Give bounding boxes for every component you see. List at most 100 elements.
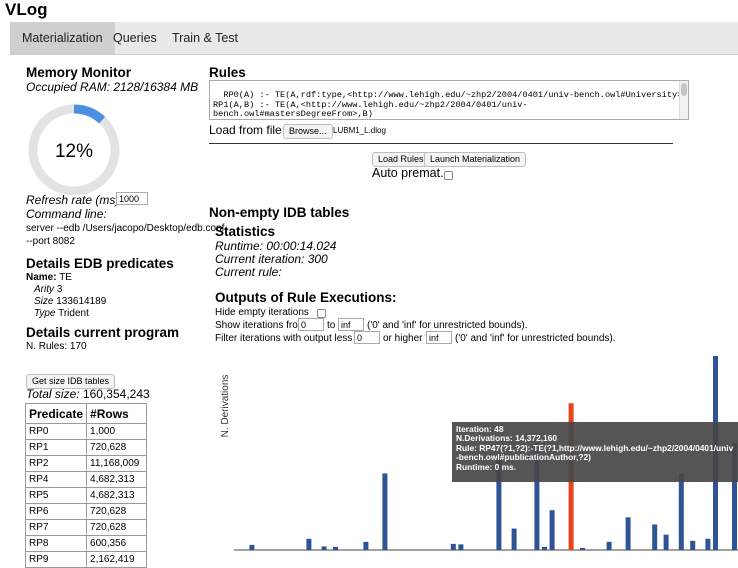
runtime-label: Runtime: 00:00:14.024 <box>215 239 337 253</box>
chart-bar[interactable] <box>705 538 711 550</box>
tab-bar: Materialization Queries Train & Test <box>10 22 738 55</box>
refresh-rate-input[interactable] <box>116 192 148 205</box>
table-row: RP6 720,628 <box>24 503 148 520</box>
non-empty-idb-heading: Non-empty IDB tables <box>209 205 350 220</box>
predicate-cell: RP1 <box>24 439 88 456</box>
tooltip-runtime-label: Runtime: <box>456 461 493 472</box>
tab-train-test[interactable]: Train & Test <box>160 22 250 55</box>
memory-monitor-heading: Memory Monitor <box>26 65 132 80</box>
table-row: RP1 720,628 <box>24 439 148 456</box>
edb-type-value: Trident <box>58 308 89 319</box>
chart-bar[interactable] <box>663 534 669 550</box>
chart-bar[interactable] <box>511 528 517 550</box>
rules-scrollbar[interactable] <box>679 81 688 119</box>
rules-divider <box>209 143 673 144</box>
tooltip-runtime: Runtime: 0 ms. <box>456 461 734 472</box>
chart-bar[interactable] <box>580 547 585 550</box>
unrestricted-hint-2: ('0' and 'inf' for unrestricted bounds). <box>455 333 616 344</box>
edb-type-label: Type <box>34 308 56 319</box>
chart-bar[interactable] <box>652 524 658 550</box>
rows-cell: 11,168,009 <box>86 455 148 472</box>
outputs-heading: Outputs of Rule Executions: <box>215 290 397 305</box>
table-row: RP0 1,000 <box>24 423 148 440</box>
show-iterations-label: Show iterations from: <box>215 320 309 331</box>
y-axis-label: N. Derivations <box>220 375 231 438</box>
edb-arity: Arity 3 <box>34 284 62 295</box>
table-row: RP2 11,168,009 <box>24 455 148 472</box>
rules-heading: Rules <box>209 65 246 80</box>
bar-tooltip: Iteration: 48 N.Derivations: 14,372,160 … <box>452 422 738 482</box>
chart-bar[interactable] <box>306 538 312 550</box>
edb-arity-label: Arity <box>34 284 54 295</box>
column-header-rows: #Rows <box>86 403 148 424</box>
column-header-predicate: Predicate <box>24 403 88 424</box>
rules-textarea[interactable]: RP0(A) :- TE(A,rdf:type,<http://www.lehi… <box>209 80 689 120</box>
iterations-to-input[interactable] <box>338 318 364 331</box>
program-details-heading: Details current program <box>26 325 180 340</box>
chart-bar[interactable] <box>458 544 464 550</box>
tab-queries[interactable]: Queries <box>101 22 169 55</box>
rows-cell: 720,628 <box>86 503 148 520</box>
rows-cell: 600,356 <box>86 535 148 552</box>
chart-bar[interactable] <box>363 541 369 550</box>
table-row: RP7 720,628 <box>24 519 148 536</box>
tooltip-rule: Rule: RP47(?1,?2):-TE(?1,http://www.lehi… <box>456 442 734 463</box>
app-title: VLog <box>5 0 48 19</box>
chart-bar[interactable] <box>549 510 555 550</box>
tooltip-runtime-value: 0 ms. <box>494 461 517 472</box>
edb-size: Size 133614189 <box>34 296 106 307</box>
hide-empty-checkbox[interactable] <box>317 309 326 318</box>
rules-scroll-thumb[interactable] <box>681 83 687 96</box>
predicate-cell: RP5 <box>24 487 88 504</box>
chart-bar[interactable] <box>625 517 631 550</box>
rows-cell: 1,000 <box>86 423 148 440</box>
predicate-cell: RP8 <box>24 535 88 552</box>
auto-premat-checkbox[interactable] <box>444 171 453 180</box>
launch-materialization-button[interactable]: Launch Materialization <box>424 152 527 167</box>
predicate-cell: RP7 <box>24 519 88 536</box>
filter-low-input[interactable] <box>354 331 380 344</box>
chart-bar[interactable] <box>690 540 696 550</box>
rows-cell: 4,682,313 <box>86 471 148 488</box>
command-line-value-2: --port 8082 <box>26 236 75 247</box>
predicate-cell: RP4 <box>24 471 88 488</box>
rules-text: RP0(A) :- TE(A,rdf:type,<http://www.lehi… <box>213 90 688 119</box>
current-iteration-label: Current iteration: 300 <box>215 252 328 266</box>
predicate-cell: RP6 <box>24 503 88 520</box>
chart-bar[interactable] <box>321 546 327 550</box>
chart-bar[interactable] <box>542 546 547 550</box>
predicate-cell: RP2 <box>24 455 88 472</box>
browse-button[interactable]: Browse... <box>283 124 333 139</box>
chart-bar[interactable] <box>249 544 255 550</box>
edb-name-label: Name: <box>26 272 57 283</box>
chart-bar[interactable] <box>450 543 456 550</box>
to-label: to <box>327 320 336 331</box>
edb-type: Type Trident <box>34 308 89 319</box>
table-row: RP4 4,682,313 <box>24 471 148 488</box>
rules-count: N. Rules: 170 <box>26 341 87 352</box>
unrestricted-hint: ('0' and 'inf' for unrestricted bounds). <box>367 320 528 331</box>
edb-name-value: TE <box>59 272 72 283</box>
command-line-label: Command line: <box>26 207 107 221</box>
chart-bar[interactable] <box>333 546 338 550</box>
edb-size-value: 133614189 <box>56 296 107 307</box>
filter-high-input[interactable] <box>426 331 452 344</box>
load-from-file-label: Load from file: <box>209 123 286 137</box>
hide-empty-label: Hide empty iterations <box>215 307 309 318</box>
command-line-value-1: server --edb /Users/jacopo/Desktop/edb.c… <box>26 223 225 234</box>
chart-bar[interactable] <box>678 473 684 550</box>
total-size-label: Total size: <box>26 387 80 401</box>
chart-bar[interactable] <box>382 473 388 550</box>
load-rules-button[interactable]: Load Rules <box>372 152 430 167</box>
auto-premat-label: Auto premat. <box>372 166 444 180</box>
tooltip-rule-value: RP47(?1,?2):-TE(?1,http://www.lehigh.edu… <box>456 442 734 463</box>
memory-percent-text: 12% <box>55 141 93 162</box>
edb-details-heading: Details EDB predicates <box>26 256 174 271</box>
table-header-row: Predicate #Rows <box>24 403 148 424</box>
iterations-from-input[interactable] <box>298 318 324 331</box>
edb-size-label: Size <box>34 296 54 307</box>
table-row: RP8 600,356 <box>24 535 148 552</box>
tab-materialization[interactable]: Materialization <box>10 22 115 55</box>
memory-gauge: 12% <box>28 104 120 196</box>
chart-bar[interactable] <box>606 541 612 550</box>
